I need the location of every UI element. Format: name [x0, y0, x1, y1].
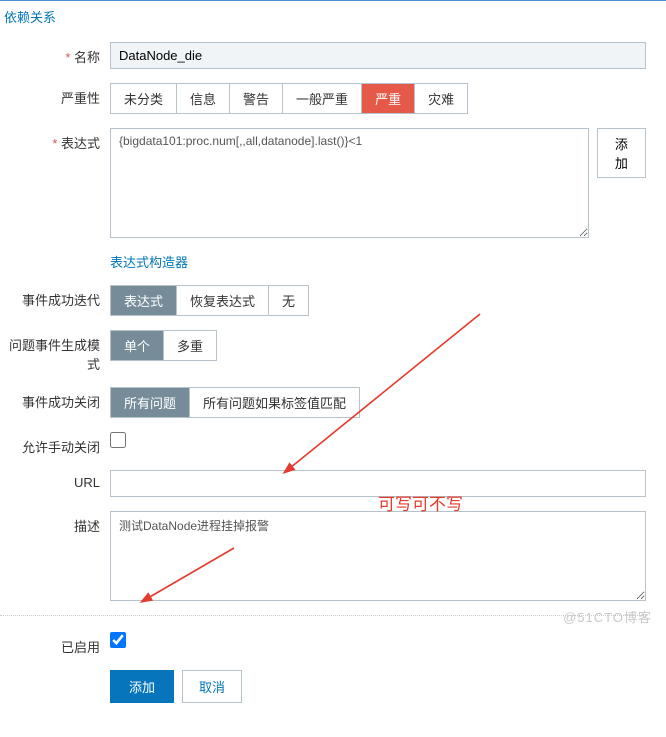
label-manual-close: 允许手动关闭: [0, 432, 110, 456]
label-enabled: 已启用: [0, 632, 110, 656]
close-grp-opt-0[interactable]: 所有问题: [111, 388, 190, 417]
label-iteration: 事件成功迭代: [0, 285, 110, 309]
enabled-checkbox[interactable]: [110, 632, 126, 648]
label-gen-mode: 问题事件生成模式: [0, 330, 110, 373]
sev-grp-opt-5[interactable]: 灾难: [415, 84, 467, 113]
cancel-button[interactable]: 取消: [182, 670, 242, 703]
label-severity: 严重性: [0, 83, 110, 107]
sev-grp-opt-0[interactable]: 未分类: [111, 84, 177, 113]
description-textarea[interactable]: 测试DataNode进程挂掉报警: [110, 511, 646, 601]
divider: [0, 615, 646, 616]
gen-mode-group: 单个多重: [110, 330, 217, 361]
iter-grp-opt-2[interactable]: 无: [269, 286, 308, 315]
sev-grp-opt-4[interactable]: 严重: [362, 84, 415, 113]
close-grp-opt-1[interactable]: 所有问题如果标签值匹配: [190, 388, 359, 417]
label-name: 名称: [0, 42, 110, 66]
label-description: 描述: [0, 511, 110, 535]
tab-dependency[interactable]: 依赖关系: [0, 1, 60, 32]
expression-builder-link[interactable]: 表达式构造器: [110, 252, 646, 271]
label-close-ok: 事件成功关闭: [0, 387, 110, 411]
sev-grp-opt-3[interactable]: 一般严重: [283, 84, 362, 113]
url-input[interactable]: [110, 470, 646, 497]
iter-grp-opt-1[interactable]: 恢复表达式: [177, 286, 269, 315]
close-ok-group: 所有问题所有问题如果标签值匹配: [110, 387, 360, 418]
sev-grp-opt-1[interactable]: 信息: [177, 84, 230, 113]
expression-textarea[interactable]: {bigdata101:proc.num[,,all,datanode].las…: [110, 128, 589, 238]
add-button[interactable]: 添加: [110, 670, 174, 703]
watermark: @51CTO博客: [563, 607, 652, 626]
expression-add-button[interactable]: 添加: [597, 128, 646, 178]
iter-grp-opt-0[interactable]: 表达式: [111, 286, 177, 315]
manual-close-checkbox[interactable]: [110, 432, 126, 448]
gen-grp-opt-0[interactable]: 单个: [111, 331, 164, 360]
severity-group: 未分类信息警告一般严重严重灾难: [110, 83, 468, 114]
sev-grp-opt-2[interactable]: 警告: [230, 84, 283, 113]
name-input[interactable]: [110, 42, 646, 69]
trigger-form: 名称 严重性 未分类信息警告一般严重严重灾难 表达式 {bigdata101:p…: [0, 32, 666, 737]
iteration-group: 表达式恢复表达式无: [110, 285, 309, 316]
label-url: URL: [0, 470, 110, 490]
label-expression: 表达式: [0, 128, 110, 152]
gen-grp-opt-1[interactable]: 多重: [164, 331, 216, 360]
